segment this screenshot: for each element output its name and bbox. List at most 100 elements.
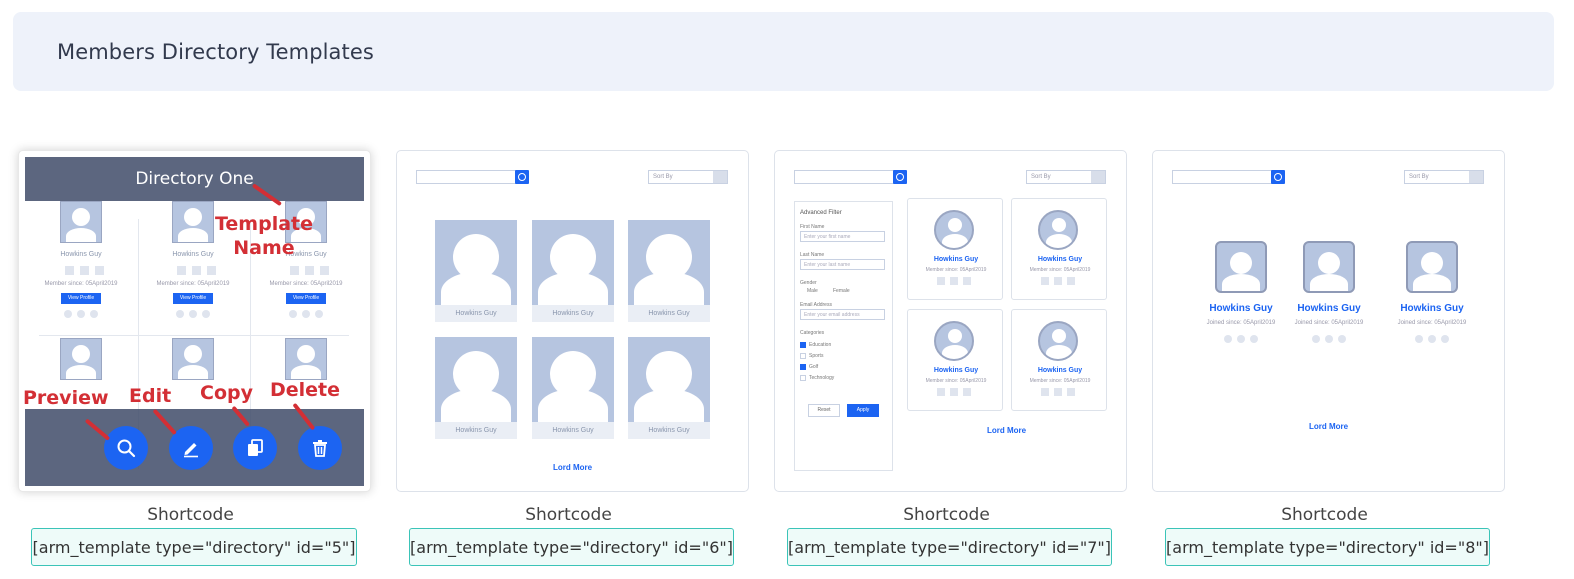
shortcode-field[interactable]: [arm_template type="directory" id="7"]: [787, 528, 1112, 566]
avatar-head: [948, 218, 962, 232]
social-icon: [1041, 388, 1049, 396]
avatar-head: [184, 208, 202, 226]
member-card: Howkins Guy Member since: 05April2019: [907, 198, 1003, 300]
member-since: Joined since: 05April2019: [1397, 320, 1467, 326]
avatar-head: [184, 345, 202, 363]
avatar-body: [441, 389, 511, 422]
search-icon: [515, 170, 529, 184]
avatar-body: [1310, 274, 1348, 291]
copy-button[interactable]: [233, 426, 277, 470]
social-dot: [1250, 335, 1258, 343]
social-icon: [963, 388, 971, 396]
avatar-body: [1222, 274, 1260, 291]
member-name: Howkins Guy: [628, 422, 710, 439]
shortcode-field[interactable]: [arm_template type="directory" id="5"]: [31, 528, 357, 566]
avatar: [934, 210, 974, 250]
social-dots: [176, 310, 210, 318]
filter-label: Gender: [800, 280, 817, 286]
page-title: Members Directory Templates: [57, 40, 374, 64]
social-icon: [950, 388, 958, 396]
shortcode-field[interactable]: [arm_template type="directory" id="8"]: [1165, 528, 1490, 566]
social-icon: [290, 266, 299, 275]
filter-input: Enter your first name: [800, 231, 885, 242]
template-name-bar: Directory One: [25, 157, 364, 201]
page-header: Members Directory Templates: [13, 12, 1554, 91]
social-dots: [1312, 335, 1346, 343]
social-icons: [65, 266, 104, 275]
member-name: Howkins Guy: [1037, 256, 1083, 263]
sort-select: Sort By: [648, 170, 728, 184]
annotation-template-name: Template Name: [214, 213, 314, 259]
member-name: Howkins Guy: [1209, 303, 1273, 314]
view-profile-button: View Profile: [61, 293, 101, 304]
template-card-3[interactable]: Sort By Advanced Filter First Name Enter…: [774, 150, 1127, 492]
view-profile-button: View Profile: [286, 293, 326, 304]
filter-label: Last Name: [800, 252, 825, 258]
filter-input: Enter your email address: [800, 309, 885, 320]
annotation-copy: Copy: [200, 382, 253, 404]
preview-button[interactable]: [104, 426, 148, 470]
delete-button[interactable]: [298, 426, 342, 470]
social-dots: [1415, 335, 1449, 343]
social-icon: [95, 266, 104, 275]
shortcode-label: Shortcode: [1281, 505, 1368, 525]
member-since: Joined since: 05April2019: [1206, 320, 1276, 326]
social-dot: [315, 310, 323, 318]
social-dot: [189, 310, 197, 318]
avatar-head: [948, 329, 962, 343]
social-icon: [1067, 388, 1075, 396]
avatar-body: [942, 234, 968, 248]
filter-radio-label: Male: [807, 288, 818, 294]
load-more-link: Lord More: [1309, 422, 1349, 431]
avatar: [172, 201, 214, 243]
trash-icon: [313, 440, 327, 457]
avatar: [532, 220, 614, 305]
template-card-4[interactable]: Sort By Howkins Guy Joined since: 05April…: [1152, 150, 1505, 492]
avatar-head: [1052, 218, 1066, 232]
filter-checkbox: [800, 353, 806, 359]
avatar: [628, 220, 710, 305]
filter-checkbox-label: Sports: [809, 353, 824, 359]
social-icons: [937, 388, 971, 396]
member-card: Howkins Guy Member since: 05April2019: [907, 309, 1003, 411]
avatar-body: [538, 272, 608, 305]
load-more-link: Lord More: [987, 426, 1027, 435]
filter-checkbox-label: Golf: [809, 364, 819, 370]
member-name: Howkins Guy: [435, 305, 517, 322]
social-icons: [177, 266, 216, 275]
social-icon: [950, 277, 958, 285]
shortcode-field[interactable]: [arm_template type="directory" id="6"]: [409, 528, 734, 566]
template-card-1[interactable]: Howkins Guy Member since: 05April2019 View…: [18, 150, 371, 492]
avatar-body: [1046, 345, 1072, 359]
member-name: Howkins Guy: [933, 367, 979, 374]
avatar-body: [66, 228, 96, 242]
social-dots: [1224, 335, 1258, 343]
template-card-2[interactable]: Sort By Howkins Guy Howkins Guy Howkins Gu…: [396, 150, 749, 492]
annotation-preview: Preview: [23, 387, 109, 409]
avatar: [1215, 241, 1267, 293]
social-icon: [207, 266, 216, 275]
social-dot: [176, 310, 184, 318]
social-icon: [305, 266, 314, 275]
member-since: Member since: 05April2019: [44, 281, 118, 287]
avatar-body: [634, 272, 704, 305]
pencil-icon: [184, 443, 198, 458]
member-since: Member since: 05April2019: [1029, 267, 1091, 273]
copy-icon: [248, 439, 263, 456]
view-profile-button: View Profile: [173, 293, 213, 304]
social-dot: [1338, 335, 1346, 343]
social-icon: [1054, 388, 1062, 396]
social-icon: [65, 266, 74, 275]
social-icon: [963, 277, 971, 285]
social-icon: [320, 266, 329, 275]
avatar: [1406, 241, 1458, 293]
advanced-filter-panel: Advanced Filter First Name Enter your fi…: [794, 201, 893, 471]
filter-checkbox-label: Technology: [809, 375, 835, 381]
apply-button: Apply: [847, 404, 879, 417]
social-icon: [937, 388, 945, 396]
filter-checkbox: [800, 342, 806, 348]
shortcode-label: Shortcode: [147, 505, 234, 525]
social-dot: [77, 310, 85, 318]
member-since: Member since: 05April2019: [156, 281, 230, 287]
member-since: Member since: 05April2019: [925, 378, 987, 384]
